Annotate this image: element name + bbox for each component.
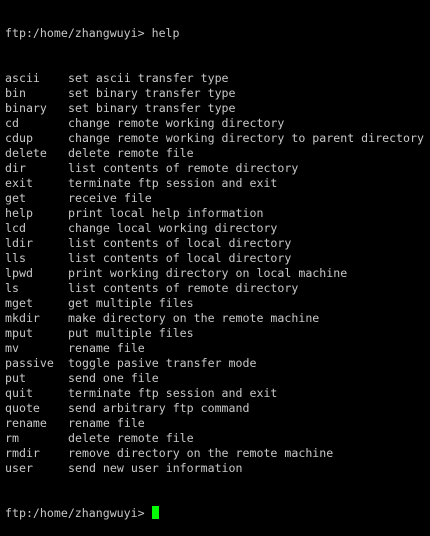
help-description: set binary transfer type — [68, 101, 236, 115]
help-entry: cdup change remote working directory to p… — [5, 131, 424, 146]
help-description: list contents of local directory — [68, 236, 292, 250]
help-command: mget — [5, 296, 33, 310]
help-command: dir — [5, 161, 26, 175]
help-description: print working directory on local machine — [68, 266, 348, 280]
help-command: mkdir — [5, 311, 40, 325]
help-entry: delete delete remote file — [5, 146, 424, 161]
help-entry: rename rename file — [5, 416, 424, 431]
help-entry: rmdir remove directory on the remote mach… — [5, 446, 424, 461]
help-command: cd — [5, 116, 19, 130]
help-entry: mv rename file — [5, 341, 424, 356]
help-description: delete remote file — [68, 146, 194, 160]
help-command: mput — [5, 326, 33, 340]
prompt: ftp:/home/zhangwuyi> — [5, 506, 145, 520]
help-description: rename file — [68, 341, 145, 355]
help-command: ldir — [5, 236, 33, 250]
help-command: delete — [5, 146, 47, 160]
help-entry: get receive file — [5, 191, 424, 206]
help-description: put multiple files — [68, 326, 194, 340]
help-command: lcd — [5, 221, 26, 235]
help-command: rename — [5, 416, 47, 430]
help-entry: ls list contents of remote directory — [5, 281, 424, 296]
help-entry: quit terminate ftp session and exit — [5, 386, 424, 401]
help-description: change remote working directory — [68, 116, 285, 130]
help-command: exit — [5, 176, 33, 190]
help-entry: ascii set ascii transfer type — [5, 71, 424, 86]
help-entry: cd change remote working directory — [5, 116, 424, 131]
help-entry: bin set binary transfer type — [5, 86, 424, 101]
help-command: bin — [5, 86, 26, 100]
help-entry: put send one file — [5, 371, 424, 386]
help-description: send arbitrary ftp command — [68, 401, 250, 415]
help-description: delete remote file — [68, 431, 194, 445]
help-description: remove directory on the remote machine — [68, 446, 334, 460]
prompt: ftp:/home/zhangwuyi> — [5, 26, 145, 40]
help-entry: exit terminate ftp session and exit — [5, 176, 424, 191]
help-command: rm — [5, 431, 19, 445]
help-description: rename file — [68, 416, 145, 430]
help-command: put — [5, 371, 26, 385]
help-command: mv — [5, 341, 19, 355]
help-entry: passive toggle pasive transfer mode — [5, 356, 424, 371]
help-description: list contents of local directory — [68, 251, 292, 265]
current-prompt-line[interactable]: ftp:/home/zhangwuyi> — [5, 506, 424, 521]
help-command: ls — [5, 281, 19, 295]
help-description: change local working directory — [68, 221, 278, 235]
help-command: rmdir — [5, 446, 40, 460]
help-description: receive file — [68, 191, 152, 205]
help-description: send new user information — [68, 461, 243, 475]
help-description: terminate ftp session and exit — [68, 176, 278, 190]
help-entry: dir list contents of remote directory — [5, 161, 424, 176]
cursor — [151, 506, 159, 519]
help-entry: lls list contents of local directory — [5, 251, 424, 266]
help-entry: mkdir make directory on the remote machin… — [5, 311, 424, 326]
help-entry: rm delete remote file — [5, 431, 424, 446]
terminal-output[interactable]: ftp:/home/zhangwuyi> help ascii set ascii… — [5, 0, 424, 536]
help-command: passive — [5, 356, 54, 370]
help-entry: ldir list contents of local directory — [5, 236, 424, 251]
help-entry: mput put multiple files — [5, 326, 424, 341]
help-description: get multiple files — [68, 296, 194, 310]
help-description: send one file — [68, 371, 159, 385]
help-description: make directory on the remote machine — [68, 311, 320, 325]
help-description: list contents of remote directory — [68, 161, 299, 175]
help-command: binary — [5, 101, 47, 115]
help-list: ascii set ascii transfer type bin set binar… — [5, 71, 424, 476]
help-command: lls — [5, 251, 26, 265]
help-description: list contents of remote directory — [68, 281, 299, 295]
help-command: quote — [5, 401, 40, 415]
help-entry: binary set binary transfer type — [5, 101, 424, 116]
help-entry: quote send arbitrary ftp command — [5, 401, 424, 416]
help-description: set binary transfer type — [68, 86, 236, 100]
prompt-line: ftp:/home/zhangwuyi> help — [5, 26, 424, 41]
help-description: change remote working directory to paren… — [68, 131, 424, 145]
help-description: toggle pasive transfer mode — [68, 356, 257, 370]
help-command: ascii — [5, 71, 40, 85]
entered-command: help — [151, 26, 180, 40]
help-command: cdup — [5, 131, 33, 145]
help-description: print local help information — [68, 206, 264, 220]
help-entry: lpwd print working directory on local mac… — [5, 266, 424, 281]
help-entry: lcd change local working directory — [5, 221, 424, 236]
help-command: get — [5, 191, 26, 205]
help-description: set ascii transfer type — [68, 71, 229, 85]
help-command: quit — [5, 386, 33, 400]
help-entry: user send new user information — [5, 461, 424, 476]
help-entry: mget get multiple files — [5, 296, 424, 311]
help-entry: help print local help information — [5, 206, 424, 221]
help-command: lpwd — [5, 266, 33, 280]
help-command: help — [5, 206, 33, 220]
help-command: user — [5, 461, 33, 475]
help-description: terminate ftp session and exit — [68, 386, 278, 400]
